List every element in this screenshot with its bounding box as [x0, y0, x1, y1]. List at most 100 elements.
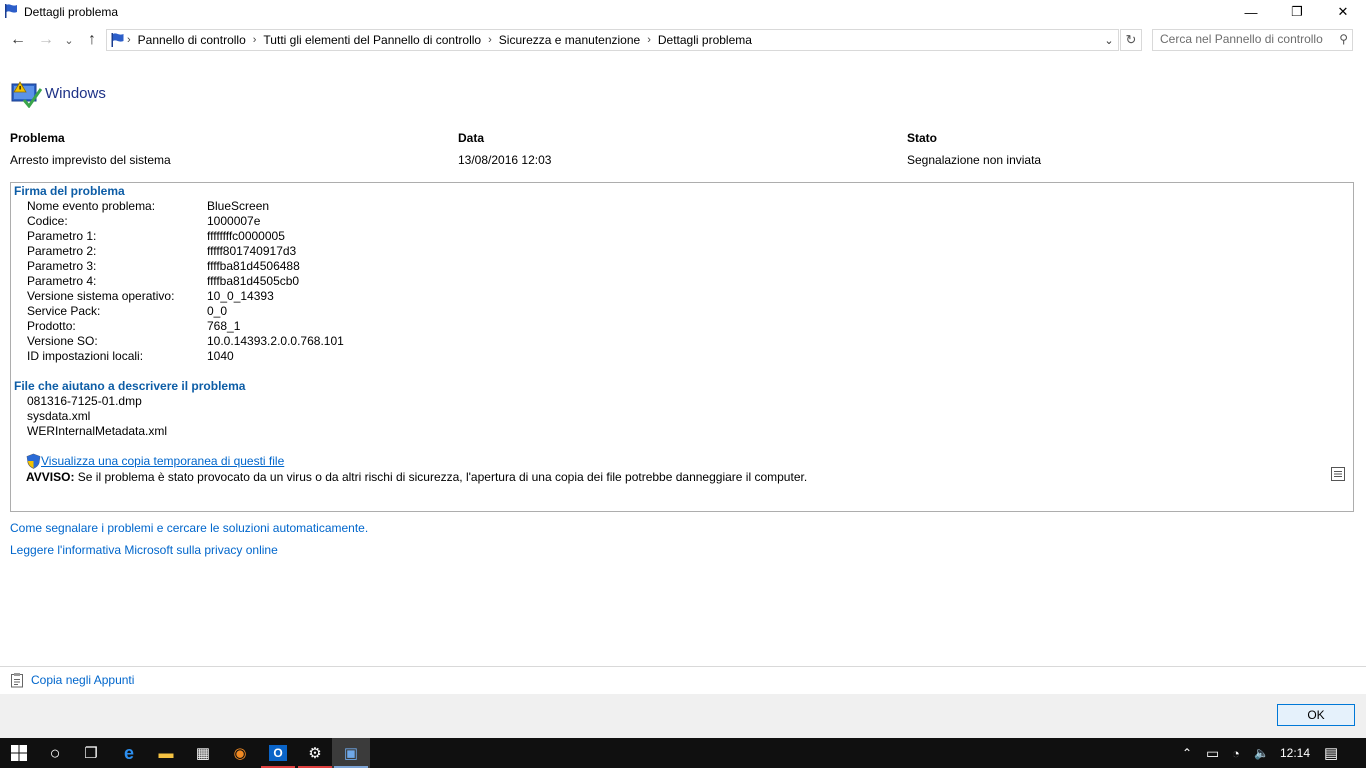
problem-signature-heading: Firma del problema: [14, 184, 125, 198]
outlook-taskbar-button[interactable]: O: [259, 738, 297, 768]
show-hidden-icons-icon[interactable]: ⌃: [1182, 738, 1192, 768]
file-item: sysdata.xml: [27, 409, 91, 423]
battery-icon[interactable]: ▭: [1206, 738, 1219, 768]
signature-key: Prodotto:: [27, 319, 76, 333]
breadcrumb-problem-details[interactable]: Dettagli problema: [652, 33, 758, 47]
signature-key: Parametro 3:: [27, 259, 97, 273]
signature-key: Parametro 1:: [27, 229, 97, 243]
uac-shield-icon: [26, 453, 41, 469]
signature-row: Service Pack: 0_0: [27, 304, 227, 319]
warning-message: Se il problema è stato provocato da un v…: [74, 470, 808, 484]
signature-row: Prodotto: 768_1: [27, 319, 240, 334]
windows-start-icon: [11, 745, 27, 761]
status-column-header: Stato: [907, 131, 937, 145]
task-view-icon[interactable]: ❐: [72, 738, 110, 768]
file-explorer-icon[interactable]: ▬: [147, 738, 185, 768]
signature-value: BlueScreen: [207, 199, 270, 213]
problem-details-panel: Firma del problema Nome evento problema:…: [10, 182, 1354, 512]
warning-label: AVVISO:: [26, 470, 75, 484]
signature-key: Parametro 2:: [27, 244, 97, 258]
cortana-search-icon[interactable]: ○: [36, 738, 74, 768]
settings-taskbar-button[interactable]: ⚙: [296, 738, 334, 768]
navigation-bar: ← → ⌄ ↑ › Pannello di controllo › Tutti …: [0, 27, 1366, 53]
search-input[interactable]: [1153, 30, 1340, 48]
signature-value: fffff801740917d3: [207, 244, 297, 258]
volume-icon[interactable]: 🔈: [1254, 738, 1269, 768]
signature-value: 0_0: [207, 304, 228, 318]
signature-row: Parametro 1: ffffffffc0000005: [27, 229, 285, 244]
expand-details-icon[interactable]: [1331, 467, 1345, 481]
source-name: Windows: [45, 85, 106, 102]
view-temporary-copy-link[interactable]: Visualizza una copia temporanea di quest…: [41, 454, 284, 468]
title-bar: Dettagli problema — ❐ ✕: [0, 0, 1366, 24]
date-column-header: Data: [458, 131, 485, 145]
signature-value: 10_0_14393: [207, 289, 274, 303]
view-files-link-row[interactable]: Visualizza una copia temporanea di quest…: [26, 453, 284, 469]
breadcrumb-all-items[interactable]: Tutti gli elementi del Pannello di contr…: [257, 33, 487, 47]
signature-row: Parametro 3: ffffba81d4506488: [27, 259, 300, 274]
back-icon[interactable]: ←: [8, 30, 28, 50]
refresh-icon[interactable]: ↻: [1120, 29, 1142, 51]
copy-bar: Copia negli Appunti: [0, 667, 1366, 693]
warning-text: AVVISO: Se il problema è stato provocato…: [26, 470, 807, 484]
search-box[interactable]: ⚲: [1152, 29, 1353, 51]
privacy-link[interactable]: Leggere l'informativa Microsoft sulla pr…: [10, 543, 278, 557]
signature-row: ID impostazioni locali: 1040: [27, 349, 234, 364]
breadcrumb-security-maintenance[interactable]: Sicurezza e manutenzione: [493, 33, 646, 47]
how-to-report-link[interactable]: Come segnalare i problemi e cercare le s…: [10, 521, 368, 535]
date-value: 13/08/2016 12:03: [458, 153, 552, 167]
signature-value: ffffba81d4505cb0: [207, 274, 300, 288]
taskbar: ○ ❐ e ▬ ▦ ◉ O ⚙ ▣ ⌃ ▭ ◔ 🔈 12:14 ▤: [0, 738, 1366, 768]
restore-button[interactable]: ❐: [1274, 0, 1320, 24]
signature-key: Nome evento problema:: [27, 199, 156, 213]
signature-row: Versione SO: 10.0.14393.2.0.0.768.101: [27, 334, 344, 349]
windows-problem-icon: [11, 81, 42, 108]
action-center-flag-icon: [5, 4, 17, 18]
signature-value: ffffffffc0000005: [207, 229, 285, 243]
close-button[interactable]: ✕: [1320, 0, 1366, 24]
problem-value: Arresto imprevisto del sistema: [10, 153, 171, 167]
copy-to-clipboard-label[interactable]: Copia negli Appunti: [31, 673, 134, 687]
status-value: Segnalazione non inviata: [907, 153, 1042, 167]
outlook-icon: O: [269, 745, 287, 761]
address-dropdown-icon[interactable]: ⌄: [1100, 30, 1118, 50]
signature-key: Versione SO:: [27, 334, 98, 348]
signature-value: 1040: [207, 349, 234, 363]
address-bar[interactable]: › Pannello di controllo › Tutti gli elem…: [106, 29, 1119, 51]
store-icon[interactable]: ▦: [184, 738, 222, 768]
button-bar: [0, 694, 1366, 738]
signature-value: 1000007e: [207, 214, 261, 228]
settings-icon: ⚙: [308, 745, 322, 762]
start-button[interactable]: [0, 738, 38, 768]
signature-row: Nome evento problema: BlueScreen: [27, 199, 269, 214]
signature-value: ffffba81d4506488: [207, 259, 300, 273]
signature-key: Service Pack:: [27, 304, 101, 318]
signature-key: Parametro 4:: [27, 274, 97, 288]
wifi-icon[interactable]: ◔: [1232, 738, 1240, 768]
search-icon[interactable]: ⚲: [1339, 32, 1348, 46]
recent-locations-icon[interactable]: ⌄: [62, 30, 76, 50]
problem-column-header: Problema: [10, 131, 65, 145]
minimize-button[interactable]: —: [1228, 0, 1274, 24]
forward-icon[interactable]: →: [36, 30, 56, 50]
clock[interactable]: 12:14: [1280, 738, 1310, 768]
signature-row: Parametro 4: ffffba81d4505cb0: [27, 274, 299, 289]
control-panel-flag-icon: [111, 33, 124, 47]
copy-to-clipboard-button[interactable]: Copia negli Appunti: [10, 672, 134, 688]
control-panel-icon: ▣: [343, 745, 359, 762]
signature-key: Versione sistema operativo:: [27, 289, 175, 303]
signature-row: Parametro 2: fffff801740917d3: [27, 244, 296, 259]
file-item: 081316-7125-01.dmp: [27, 394, 142, 408]
breadcrumb-control-panel[interactable]: Pannello di controllo: [132, 33, 252, 47]
clipboard-icon: [11, 673, 23, 688]
signature-key: Codice:: [27, 214, 68, 228]
control-panel-taskbar-button[interactable]: ▣: [332, 738, 370, 768]
notifications-icon[interactable]: ▤: [1324, 738, 1338, 768]
signature-value: 768_1: [207, 319, 241, 333]
window-title: Dettagli problema: [24, 5, 119, 19]
firefox-icon[interactable]: ◉: [221, 738, 259, 768]
ok-button[interactable]: OK: [1277, 704, 1355, 726]
up-icon[interactable]: ↑: [82, 30, 102, 50]
edge-icon[interactable]: e: [110, 738, 148, 768]
signature-value: 10.0.14393.2.0.0.768.101: [207, 334, 344, 348]
